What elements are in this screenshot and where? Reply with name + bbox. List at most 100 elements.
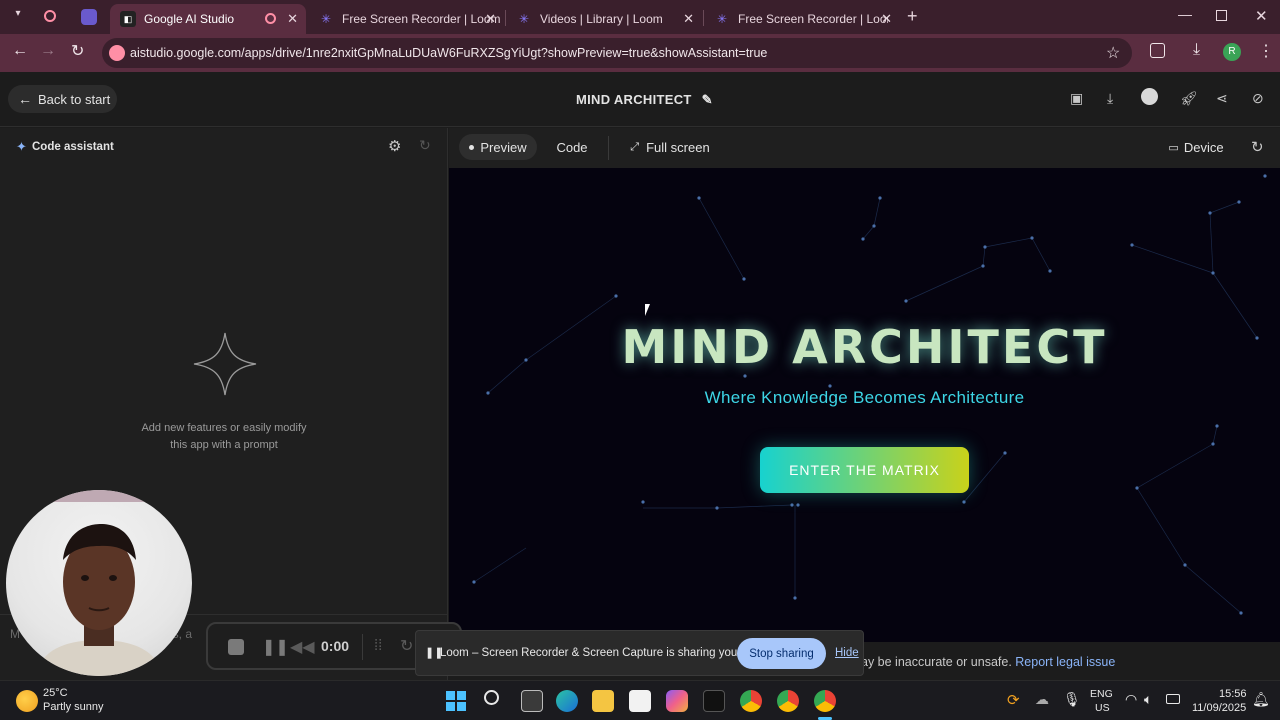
microsoft-store-icon[interactable] bbox=[629, 690, 651, 712]
disclaimer-text: ay be inaccurate or unsafe. Report legal… bbox=[861, 655, 1115, 669]
chrome-profile-3-icon[interactable] bbox=[814, 690, 836, 712]
close-window-icon[interactable]: ✕ bbox=[1255, 7, 1268, 25]
expand-icon: ⤢ bbox=[630, 140, 640, 153]
pinned-extension-icon[interactable] bbox=[81, 9, 97, 25]
sharing-notice-text: Loom – Screen Recorder & Screen Capture … bbox=[440, 647, 782, 659]
tab-code-label: Code bbox=[556, 139, 588, 155]
preview-tabs-bar: Preview Code ⤢ Full screen ▭ Device ↻ bbox=[449, 128, 1280, 168]
hide-notice-link[interactable]: Hide bbox=[835, 647, 859, 659]
loom-favicon: ✳ bbox=[518, 12, 530, 26]
refresh-icon: ↻ bbox=[419, 137, 431, 153]
back-nav-icon[interactable]: ← bbox=[12, 42, 28, 60]
start-windows-icon[interactable] bbox=[446, 691, 466, 711]
site-info-icon[interactable] bbox=[109, 45, 125, 61]
github-icon[interactable] bbox=[1141, 88, 1158, 105]
sync-icon[interactable]: ⟳ bbox=[1007, 691, 1020, 709]
rewind-icon[interactable]: ◀◀ bbox=[290, 637, 315, 657]
tab-google-ai-studio[interactable]: ◧ Google AI Studio ✕ bbox=[110, 4, 306, 34]
device-label: Device bbox=[1183, 139, 1224, 155]
enter-matrix-button[interactable]: ENTER THE MATRIX bbox=[760, 447, 969, 493]
forward-nav-icon[interactable]: → bbox=[40, 42, 56, 60]
loom-favicon: ✳ bbox=[320, 12, 332, 26]
loom-favicon: ✳ bbox=[716, 12, 728, 26]
close-tab-icon[interactable]: ✕ bbox=[881, 11, 892, 27]
settings-gear-icon[interactable]: ⚙ bbox=[388, 137, 401, 155]
webcam-person-image bbox=[6, 490, 192, 676]
restore-icon[interactable] bbox=[1216, 10, 1227, 21]
edit-pencil-icon[interactable]: ✎ bbox=[702, 92, 713, 107]
tab-loom-recorder[interactable]: ✳ Free Screen Recorder | Loom ✕ bbox=[308, 4, 504, 34]
edge-browser-icon[interactable] bbox=[556, 690, 578, 712]
app-preview: MIND ARCHITECT Where Knowledge Becomes A… bbox=[449, 168, 1280, 642]
bookmark-star-icon[interactable]: ☆ bbox=[1106, 43, 1120, 63]
grip-dots-icon[interactable]: ⁞⁞ bbox=[374, 637, 382, 654]
tab-code[interactable]: Code bbox=[545, 134, 599, 160]
full-screen-button[interactable]: ⤢ Full screen bbox=[625, 134, 715, 160]
save-drive-icon[interactable]: ▣ bbox=[1070, 90, 1083, 107]
device-icon: ▭ bbox=[1168, 141, 1179, 154]
weather-temp[interactable]: 25°C bbox=[43, 687, 68, 699]
arrow-left-icon: ← bbox=[18, 91, 32, 107]
close-tab-icon[interactable]: ✕ bbox=[287, 11, 298, 27]
copilot-icon[interactable] bbox=[666, 690, 688, 712]
browser-menu-icon[interactable]: ⋮ bbox=[1258, 41, 1274, 61]
tab-preview[interactable]: Preview bbox=[459, 134, 537, 160]
reload-preview-icon[interactable]: ↻ bbox=[1251, 138, 1264, 156]
tradingview-icon[interactable] bbox=[703, 690, 725, 712]
notification-bell-icon[interactable]: 🔔︎ bbox=[1252, 691, 1270, 708]
file-explorer-icon[interactable] bbox=[592, 690, 614, 712]
active-dot-icon bbox=[469, 144, 475, 150]
deploy-rocket-icon[interactable]: 🚀︎ bbox=[1180, 90, 1198, 107]
wifi-icon[interactable]: ◠ bbox=[1125, 691, 1137, 708]
close-tab-icon[interactable]: ✕ bbox=[485, 11, 496, 27]
task-view-icon[interactable] bbox=[521, 690, 543, 712]
tray-app-icon[interactable]: ☁ bbox=[1035, 691, 1049, 708]
search-icon[interactable] bbox=[484, 690, 499, 705]
download-icon[interactable]: ⤓ bbox=[1107, 90, 1113, 107]
full-screen-label: Full screen bbox=[646, 139, 710, 155]
tab-search-dropdown[interactable]: ▾ bbox=[8, 8, 28, 26]
stop-sharing-button[interactable]: Stop sharing bbox=[737, 638, 826, 669]
chrome-profile-1-icon[interactable] bbox=[740, 690, 762, 712]
webcam-bubble[interactable] bbox=[6, 490, 192, 676]
minimize-icon[interactable]: — bbox=[1178, 6, 1192, 22]
tab-preview-label: Preview bbox=[480, 139, 527, 155]
reload-icon[interactable]: ↻ bbox=[71, 41, 84, 61]
clock-date[interactable]: 11/09/2025 bbox=[1192, 702, 1246, 714]
microphone-icon[interactable]: 🎙︎ bbox=[1063, 691, 1081, 708]
device-button[interactable]: ▭ Device bbox=[1161, 134, 1231, 160]
battery-icon[interactable] bbox=[1166, 694, 1180, 704]
recording-indicator-icon bbox=[265, 13, 276, 24]
close-tab-icon[interactable]: ✕ bbox=[683, 11, 694, 27]
tab-divider bbox=[608, 136, 609, 160]
hide-assistant-icon[interactable]: ⊘ bbox=[1252, 90, 1264, 107]
language-bottom[interactable]: US bbox=[1095, 702, 1110, 714]
browser-toolbar: ← → ↻ aistudio.google.com/apps/drive/1nr… bbox=[0, 34, 1280, 72]
share-icon[interactable]: ⋖ bbox=[1216, 90, 1228, 107]
back-label: Back to start bbox=[38, 91, 111, 107]
loom-record-icon[interactable] bbox=[44, 10, 56, 22]
address-bar[interactable]: aistudio.google.com/apps/drive/1nre2nxit… bbox=[102, 38, 1132, 68]
new-tab-icon[interactable]: + bbox=[907, 6, 918, 27]
weather-icon[interactable] bbox=[16, 690, 38, 712]
weather-desc[interactable]: Partly sunny bbox=[43, 701, 104, 713]
restart-icon[interactable]: ↻ bbox=[400, 636, 413, 656]
back-to-start-button[interactable]: ← Back to start bbox=[8, 85, 117, 113]
chrome-profile-2-icon[interactable] bbox=[777, 690, 799, 712]
tab-loom-library[interactable]: ✳ Videos | Library | Loom ✕ bbox=[506, 4, 702, 34]
report-legal-issue-link[interactable]: Report legal issue bbox=[1015, 655, 1115, 669]
empty-state-line-2: this app with a prompt bbox=[170, 439, 278, 451]
code-assistant-label: Code assistant bbox=[32, 141, 114, 153]
profile-avatar[interactable]: R bbox=[1223, 43, 1241, 61]
tab-loom-recorder-2[interactable]: ✳ Free Screen Recorder | Loom - T ✕ bbox=[704, 4, 900, 34]
stop-recording-icon[interactable] bbox=[228, 639, 244, 655]
gemini-sparkle-icon bbox=[193, 332, 257, 396]
empty-state-text: Add new features or easily modify this a… bbox=[0, 420, 448, 454]
volume-icon[interactable]: 🔈︎ bbox=[1144, 691, 1152, 708]
extensions-icon[interactable] bbox=[1150, 43, 1165, 58]
pause-icon[interactable]: ❚❚ bbox=[262, 637, 289, 657]
language-top[interactable]: ENG bbox=[1090, 688, 1113, 700]
browser-tab-strip: ▾ ◧ Google AI Studio ✕ ✳ Free Screen Rec… bbox=[0, 0, 1280, 34]
clock-time[interactable]: 15:56 bbox=[1219, 688, 1247, 700]
downloads-icon[interactable]: ⤓ bbox=[1193, 41, 1200, 59]
